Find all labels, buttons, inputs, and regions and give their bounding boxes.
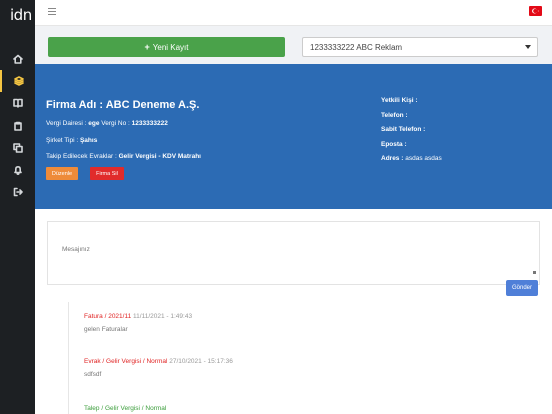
send-button[interactable]: Gönder xyxy=(506,280,538,296)
home-icon xyxy=(12,54,23,64)
timeline-category[interactable]: Talep / Gelir Vergisi / Normal xyxy=(84,405,166,412)
add-record-label: Yeni Kayıt xyxy=(152,42,189,52)
layers-icon xyxy=(13,76,24,86)
tracked-documents-value: Gelir Vergisi - KDV Matrahı xyxy=(118,153,201,160)
tracked-documents: Takip Edilecek Evraklar : Gelir Vergisi … xyxy=(46,153,201,160)
chevron-down-icon xyxy=(525,45,531,49)
sidebar-item-layers[interactable] xyxy=(0,70,35,92)
top-bar xyxy=(35,0,552,26)
timeline-line xyxy=(68,302,69,414)
sidebar-item-copy[interactable] xyxy=(0,137,35,159)
company-type-value: Şahıs xyxy=(79,137,98,144)
company-name: Firma Adı : ABC Deneme A.Ş. xyxy=(46,99,200,111)
delete-company-button[interactable]: Firma Sil xyxy=(90,167,124,180)
sidebar-item-clipboard[interactable] xyxy=(0,115,35,137)
tax-info: Vergi Dairesi : ege Vergi No : 123333322… xyxy=(46,120,168,127)
sidebar: idn xyxy=(0,0,35,414)
timeline-date: 11/11/2021 - 1:49:43 xyxy=(133,313,193,320)
tax-no-label: Vergi No : xyxy=(101,120,130,127)
company-select-value: 1233333222 ABC Reklam xyxy=(310,42,403,52)
resize-handle-icon[interactable] xyxy=(533,271,536,274)
authorized-person-label: Yetkili Kişi : xyxy=(381,97,418,104)
address: Adres : asdas asdas xyxy=(381,155,442,162)
company-info-card: Firma Adı : ABC Deneme A.Ş. Vergi Daires… xyxy=(35,64,552,209)
bell-icon xyxy=(13,166,22,175)
timeline-item: Fatura / 2021/11 11/11/2021 - 1:49:43 ge… xyxy=(84,313,192,333)
logout-icon xyxy=(13,187,23,197)
edit-button[interactable]: Düzenle xyxy=(46,167,78,180)
timeline-text: sdfsdf xyxy=(84,371,102,378)
timeline-date: 27/10/2021 - 15:17:36 xyxy=(169,358,233,365)
tax-office-label: Vergi Dairesi : xyxy=(46,120,87,127)
hamburger-menu-icon[interactable] xyxy=(48,8,56,15)
copy-icon xyxy=(12,143,23,153)
app-logo[interactable]: idn xyxy=(10,6,32,24)
company-select[interactable]: 1233333222 ABC Reklam xyxy=(302,37,538,57)
email-label: Eposta : xyxy=(381,141,407,148)
address-value: asdas asdas xyxy=(405,155,442,162)
add-record-button[interactable]: + Yeni Kayıt xyxy=(48,37,285,57)
company-type-label: Şirket Tipi : xyxy=(46,137,79,144)
sidebar-item-logout[interactable] xyxy=(0,181,35,203)
address-label: Adres : xyxy=(381,155,404,162)
book-icon xyxy=(12,98,23,108)
sidebar-item-home[interactable] xyxy=(0,48,35,70)
tracked-documents-label: Takip Edilecek Evraklar : xyxy=(46,153,117,160)
message-placeholder: Mesajınız xyxy=(62,246,90,253)
turkey-flag-icon[interactable] xyxy=(529,6,542,16)
timeline-text: gelen Faturalar xyxy=(84,326,128,333)
tax-office-value: ege xyxy=(88,120,100,127)
clipboard-icon xyxy=(13,121,22,131)
sidebar-item-notifications[interactable] xyxy=(0,159,35,181)
tax-no-value: 1233333222 xyxy=(131,120,168,127)
timeline-category[interactable]: Evrak / Gelir Vergisi / Normal xyxy=(84,358,167,365)
message-panel: Mesajınız Gönder Fatura / 2021/11 11/11/… xyxy=(35,209,552,414)
timeline-item: Talep / Gelir Vergisi / Normal xyxy=(84,405,166,412)
landline-label: Sabit Telefon : xyxy=(381,126,426,133)
timeline-category[interactable]: Fatura / 2021/11 xyxy=(84,313,131,320)
sidebar-item-book[interactable] xyxy=(0,92,35,114)
company-type: Şirket Tipi : Şahıs xyxy=(46,137,97,144)
message-input[interactable]: Mesajınız xyxy=(47,221,540,285)
timeline-item: Evrak / Gelir Vergisi / Normal 27/10/202… xyxy=(84,358,233,378)
plus-icon: + xyxy=(144,42,150,52)
phone-label: Telefon : xyxy=(381,112,408,119)
